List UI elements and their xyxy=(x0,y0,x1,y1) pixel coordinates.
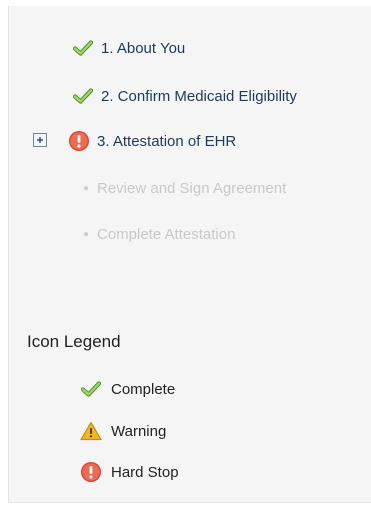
check-icon xyxy=(71,84,95,108)
step-complete-attestation: ● Complete Attestation xyxy=(75,222,235,246)
step-label: Complete Attestation xyxy=(97,225,236,243)
warning-icon xyxy=(79,420,103,442)
bullet-icon: ● xyxy=(82,228,90,240)
legend-item-warning: Warning xyxy=(79,420,166,442)
legend-label: Hard Stop xyxy=(111,463,179,481)
check-icon xyxy=(71,36,95,60)
step-label: Review and Sign Agreement xyxy=(97,179,287,197)
icon-legend-title: Icon Legend xyxy=(27,332,121,351)
check-icon xyxy=(79,378,103,400)
step-label: 1. About You xyxy=(101,39,186,57)
bullet-icon: ● xyxy=(82,182,90,194)
legend-label: Complete xyxy=(111,380,176,398)
legend-item-complete: Complete xyxy=(79,378,175,400)
hard-stop-icon xyxy=(67,129,91,153)
expand-plus-icon[interactable] xyxy=(33,133,47,147)
step-label: 3. Attestation of EHR xyxy=(97,132,237,150)
step-review-and-sign-agreement: ● Review and Sign Agreement xyxy=(75,176,286,200)
wizard-navigation-panel: 1. About You 2. Confirm Medicaid Eligibi… xyxy=(8,6,371,503)
step-confirm-medicaid-eligibility[interactable]: 2. Confirm Medicaid Eligibility xyxy=(71,84,297,108)
hard-stop-icon xyxy=(79,461,103,483)
legend-item-hard-stop: Hard Stop xyxy=(79,461,179,483)
legend-label: Warning xyxy=(111,422,167,440)
step-about-you[interactable]: 1. About You xyxy=(71,36,185,60)
step-label: 2. Confirm Medicaid Eligibility xyxy=(101,87,297,105)
step-attestation-of-ehr[interactable]: 3. Attestation of EHR xyxy=(67,129,236,153)
